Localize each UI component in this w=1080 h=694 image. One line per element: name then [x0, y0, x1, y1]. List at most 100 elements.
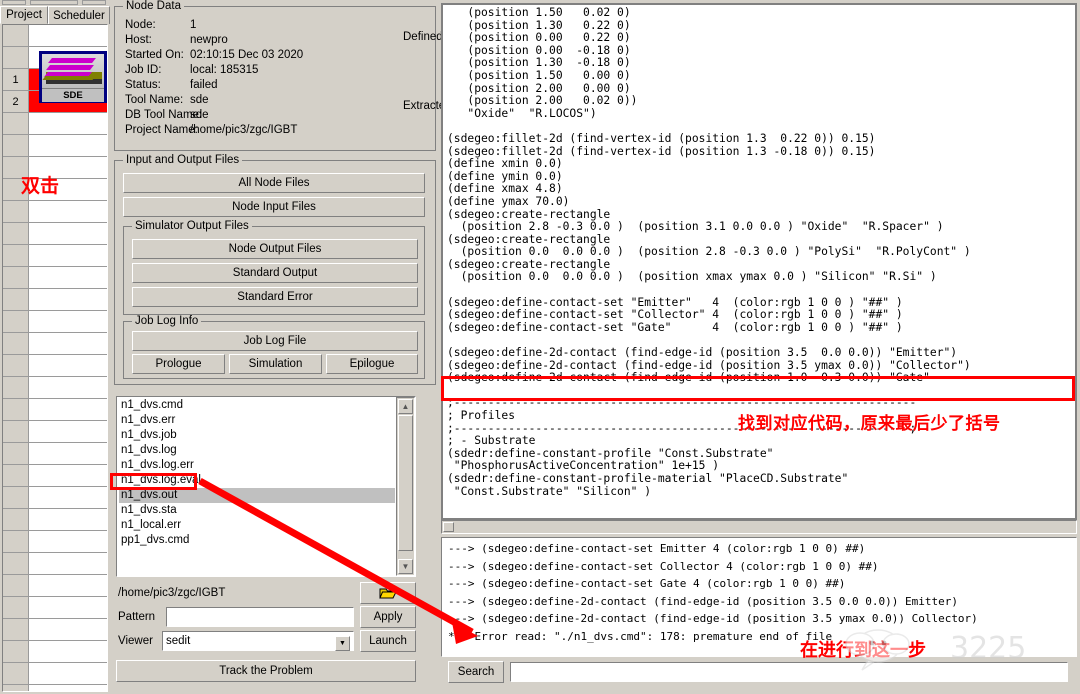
file-list-item[interactable]: n1_dvs.log [119, 443, 395, 458]
project-tree-row-cell[interactable] [29, 113, 107, 135]
project-tree-row-cell[interactable] [29, 597, 107, 619]
scroll-left-arrow[interactable] [443, 522, 454, 532]
apply-button[interactable]: Apply [360, 606, 416, 628]
project-tree-row-cell[interactable] [29, 487, 107, 509]
file-list-item[interactable]: n1_dvs.log.err [119, 458, 395, 473]
project-tree-row[interactable] [3, 113, 107, 135]
launch-button[interactable]: Launch [360, 630, 416, 652]
browse-folder-button[interactable] [360, 582, 416, 604]
project-tree-row-cell[interactable] [29, 465, 107, 487]
project-tree-row[interactable] [3, 663, 107, 685]
sde-node-icon[interactable]: SDE [39, 51, 107, 103]
project-tree-row[interactable] [3, 619, 107, 641]
minitab-3[interactable] [82, 0, 106, 5]
project-tree-row-cell[interactable] [29, 201, 107, 223]
standard-output-button[interactable]: Standard Output [132, 263, 418, 283]
job-log-file-button[interactable]: Job Log File [132, 331, 418, 351]
project-tree-row[interactable] [3, 333, 107, 355]
file-list-item[interactable]: n1_dvs.job [119, 428, 395, 443]
file-list-item[interactable]: n1_dvs.cmd [119, 398, 395, 413]
project-tree-row[interactable] [3, 289, 107, 311]
project-tree-row-cell[interactable] [29, 377, 107, 399]
project-tree-row-cell[interactable] [29, 355, 107, 377]
file-list-item[interactable]: pp1_dvs.cmd [119, 533, 395, 548]
project-tree-row-index [3, 311, 29, 333]
file-list-item[interactable]: n1_dvs.out [119, 488, 395, 503]
viewer-combobox[interactable]: sedit ▼ [162, 631, 354, 651]
project-tree-row-cell[interactable] [29, 245, 107, 267]
track-the-problem-label: Track the Problem [219, 665, 313, 677]
project-tree-row-cell[interactable] [29, 25, 107, 47]
node-output-files-button[interactable]: Node Output Files [132, 239, 418, 259]
project-tree-row-index [3, 575, 29, 597]
file-list-items[interactable]: n1_dvs.cmd n1_dvs.err n1_dvs.job n1_dvs.log… [117, 397, 395, 576]
project-tree-row[interactable] [3, 311, 107, 333]
project-tree-row-cell[interactable] [29, 399, 107, 421]
project-tree-row[interactable] [3, 531, 107, 553]
project-tree-row[interactable] [3, 465, 107, 487]
project-tree-row-cell[interactable] [29, 289, 107, 311]
epilogue-button[interactable]: Epilogue [326, 354, 418, 374]
project-tree-row[interactable] [3, 135, 107, 157]
project-tree-row[interactable] [3, 597, 107, 619]
project-tree-row[interactable] [3, 25, 107, 47]
file-list-item[interactable]: n1_dvs.err [119, 413, 395, 428]
project-tree-row-cell[interactable] [29, 553, 107, 575]
project-tree-row-cell[interactable] [29, 619, 107, 641]
project-tree-row[interactable] [3, 641, 107, 663]
project-tree-row-cell[interactable] [29, 421, 107, 443]
project-tree-row-cell[interactable] [29, 135, 107, 157]
project-tree-row[interactable] [3, 399, 107, 421]
scroll-up-arrow[interactable]: ▲ [398, 399, 413, 414]
scroll-thumb[interactable] [398, 415, 413, 551]
project-tree-row[interactable] [3, 685, 107, 691]
minitab-2[interactable] [30, 0, 78, 5]
project-tree-row[interactable] [3, 487, 107, 509]
file-list-item[interactable]: n1_dvs.log.eval [119, 473, 395, 488]
project-tree-row[interactable] [3, 267, 107, 289]
all-node-files-button[interactable]: All Node Files [123, 173, 425, 193]
file-list[interactable]: n1_dvs.cmd n1_dvs.err n1_dvs.job n1_dvs.log… [116, 396, 416, 577]
simulation-button[interactable]: Simulation [229, 354, 322, 374]
project-tree-row[interactable] [3, 223, 107, 245]
track-the-problem-button[interactable]: Track the Problem [116, 660, 416, 682]
node-input-files-button[interactable]: Node Input Files [123, 197, 425, 217]
project-tree-row-cell[interactable] [29, 685, 107, 691]
file-list-scrollbar[interactable]: ▲ ▼ [396, 397, 415, 576]
output-log-viewer[interactable]: ---> (sdegeo:define-contact-set Emitter … [441, 537, 1077, 657]
project-tree-row[interactable] [3, 201, 107, 223]
tab-project[interactable]: Project [0, 6, 48, 24]
project-tree-row[interactable] [3, 355, 107, 377]
project-tree-row-cell[interactable] [29, 223, 107, 245]
chevron-down-icon[interactable]: ▼ [335, 636, 350, 651]
project-tree-row[interactable] [3, 245, 107, 267]
project-tree-row[interactable] [3, 443, 107, 465]
project-tree-row-cell[interactable] [29, 267, 107, 289]
project-tree-row-cell[interactable] [29, 443, 107, 465]
project-tree-row[interactable] [3, 421, 107, 443]
project-tree-row[interactable] [3, 575, 107, 597]
code-viewer-hscrollbar[interactable] [441, 520, 1077, 534]
file-list-item[interactable]: n1_dvs.sta [119, 503, 395, 518]
project-tree-row-cell[interactable] [29, 531, 107, 553]
project-tree-row[interactable] [3, 553, 107, 575]
prologue-button[interactable]: Prologue [132, 354, 225, 374]
project-tree-row-cell[interactable] [29, 575, 107, 597]
scroll-down-arrow[interactable]: ▼ [398, 559, 413, 574]
project-tree-row[interactable] [3, 509, 107, 531]
standard-error-button[interactable]: Standard Error [132, 287, 418, 307]
project-tree-row[interactable] [3, 377, 107, 399]
project-tree-row-cell[interactable] [29, 663, 107, 685]
project-tree-row-cell[interactable] [29, 509, 107, 531]
file-list-item[interactable]: n1_local.err [119, 518, 395, 533]
project-tree-row-cell[interactable] [29, 641, 107, 663]
code-viewer[interactable]: (position 1.50 0.02 0) (position 1.30 0.… [441, 3, 1077, 520]
search-input[interactable] [510, 662, 1068, 682]
project-tree-row-cell[interactable] [29, 333, 107, 355]
project-tree-row-cell[interactable] [29, 311, 107, 333]
search-button[interactable]: Search [448, 661, 504, 683]
minitab-1[interactable] [2, 0, 26, 5]
project-tree-grid[interactable]: 1--2 SDE 双击 [2, 24, 108, 692]
pattern-input[interactable] [166, 607, 354, 627]
tab-scheduler[interactable]: Scheduler [48, 6, 110, 24]
